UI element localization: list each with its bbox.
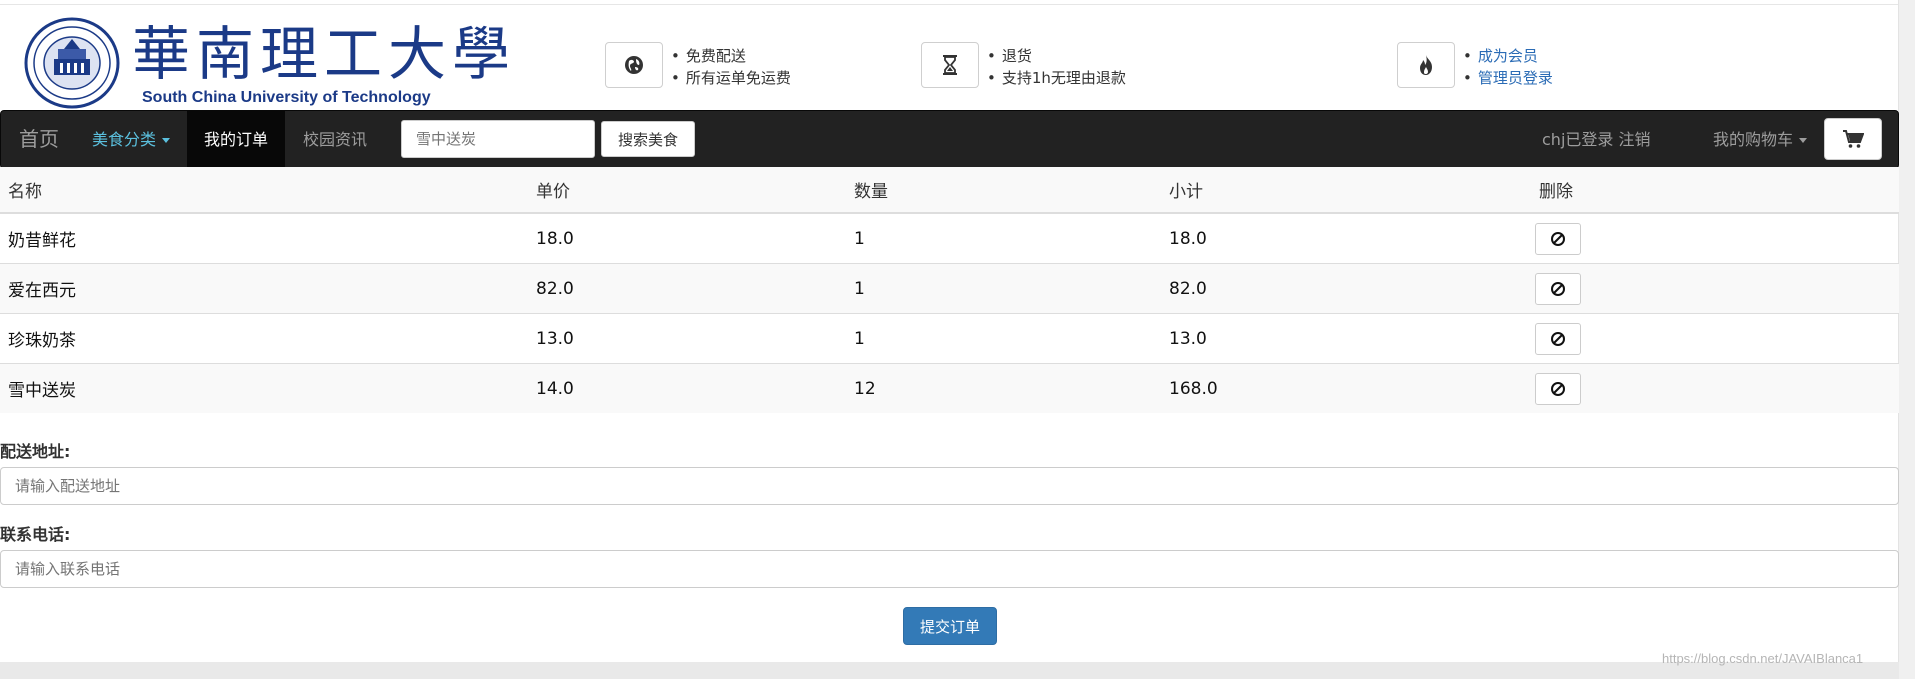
phone-input[interactable]: [0, 550, 1899, 588]
column-header-delete: 删除: [1531, 167, 1899, 214]
nav-campus-news[interactable]: 校园资讯: [303, 111, 367, 168]
address-label: 配送地址:: [0, 442, 71, 461]
shopping-cart-icon: [1843, 130, 1864, 148]
item-name: 爱在西元: [0, 263, 528, 314]
footer-bar: [0, 662, 1899, 679]
address-input[interactable]: [0, 467, 1899, 505]
vertical-scrollbar[interactable]: [1898, 0, 1915, 679]
item-name: 珍珠奶茶: [0, 313, 528, 364]
item-name: 奶昔鲜花: [0, 212, 528, 264]
column-header-name: 名称: [0, 167, 528, 214]
ban-icon: [1551, 231, 1565, 246]
search-input[interactable]: [401, 120, 595, 158]
item-subtotal: 13.0: [1161, 313, 1531, 364]
user-login-status[interactable]: chj已登录 注销: [1542, 111, 1650, 168]
table-row: 爱在西元 82.0 1 82.0: [0, 263, 1899, 314]
nav-cart-dropdown[interactable]: 我的购物车: [1713, 111, 1808, 168]
nav-category-label: 美食分类: [92, 130, 157, 149]
delete-button[interactable]: [1535, 322, 1581, 355]
returns-list: 退货 支持1h无理由退款: [987, 45, 1126, 89]
logo-english-name: South China University of Technology: [142, 89, 431, 106]
table-row: 奶昔鲜花 18.0 1 18.0: [0, 212, 1899, 264]
table-header-row: 名称 单价 数量 小计 删除: [0, 167, 1899, 214]
item-price: 82.0: [528, 263, 846, 314]
caret-down-icon: [1799, 138, 1808, 143]
feature-item: 成为会员: [1463, 45, 1553, 67]
item-subtotal: 18.0: [1161, 212, 1531, 264]
university-logo[interactable]: 華南理工大學 South China University of Technol…: [24, 15, 510, 111]
delete-cell: [1531, 363, 1899, 413]
university-seal-icon: [24, 17, 120, 109]
site-header: 華南理工大學 South China University of Technol…: [0, 5, 1899, 110]
fire-icon-box: [1397, 42, 1455, 88]
free-delivery-list: 免费配送 所有运单免运费: [671, 45, 791, 89]
globe-icon-box: [605, 42, 663, 88]
delete-cell: [1531, 263, 1899, 314]
cart-button[interactable]: [1824, 118, 1882, 160]
ban-icon: [1551, 281, 1565, 296]
item-price: 14.0: [528, 363, 846, 413]
table-row: 雪中送炭 14.0 12 168.0: [0, 363, 1899, 413]
watermark: https://blog.csdn.net/JAVAIBlanca1: [1662, 651, 1864, 666]
caret-down-icon: [162, 138, 171, 143]
membership-list: 成为会员 管理员登录: [1463, 45, 1553, 89]
nav-category-dropdown[interactable]: 美食分类: [92, 111, 171, 168]
delete-cell: [1531, 313, 1899, 364]
item-quantity: 1: [846, 212, 1161, 264]
item-quantity: 1: [846, 313, 1161, 364]
hourglass-icon: [943, 55, 957, 75]
feature-item: 免费配送: [671, 45, 791, 67]
item-name: 雪中送炭: [0, 363, 528, 413]
ban-icon: [1551, 331, 1565, 346]
globe-icon: [625, 56, 643, 74]
item-quantity: 1: [846, 263, 1161, 314]
column-header-quantity: 数量: [846, 167, 1161, 214]
nav-home[interactable]: 首页: [19, 111, 59, 168]
item-price: 18.0: [528, 212, 846, 264]
item-quantity: 12: [846, 363, 1161, 413]
nav-cart-label: 我的购物车: [1713, 130, 1794, 149]
feature-item: 所有运单免运费: [671, 67, 791, 89]
nav-my-orders[interactable]: 我的订单: [187, 111, 285, 168]
search-button[interactable]: 搜索美食: [601, 121, 695, 157]
main-navbar: 首页 美食分类 我的订单 校园资讯 搜索美食 chj已登录 注销 我的购物车: [0, 110, 1899, 169]
feature-item: 退货: [987, 45, 1126, 67]
ban-icon: [1551, 381, 1565, 396]
delete-button[interactable]: [1535, 372, 1581, 405]
column-header-subtotal: 小计: [1161, 167, 1531, 214]
hourglass-icon-box: [921, 42, 979, 88]
admin-login-link[interactable]: 管理员登录: [1478, 69, 1553, 87]
logo-chinese-name: 華南理工大學: [132, 20, 517, 88]
delete-button[interactable]: [1535, 222, 1581, 255]
become-member-link[interactable]: 成为会员: [1478, 47, 1538, 65]
submit-order-button[interactable]: 提交订单: [903, 607, 997, 645]
delete-button[interactable]: [1535, 272, 1581, 305]
column-header-price: 单价: [528, 167, 846, 214]
fire-icon: [1420, 55, 1432, 75]
item-subtotal: 168.0: [1161, 363, 1531, 413]
feature-item: 支持1h无理由退款: [987, 67, 1126, 89]
table-row: 珍珠奶茶 13.0 1 13.0: [0, 313, 1899, 364]
item-subtotal: 82.0: [1161, 263, 1531, 314]
item-price: 13.0: [528, 313, 846, 364]
feature-item: 管理员登录: [1463, 67, 1553, 89]
delete-cell: [1531, 212, 1899, 264]
phone-label: 联系电话:: [0, 525, 71, 544]
cart-table: 名称 单价 数量 小计 删除 奶昔鲜花 18.0 1 18.0 爱在西元 82.…: [0, 167, 1899, 413]
